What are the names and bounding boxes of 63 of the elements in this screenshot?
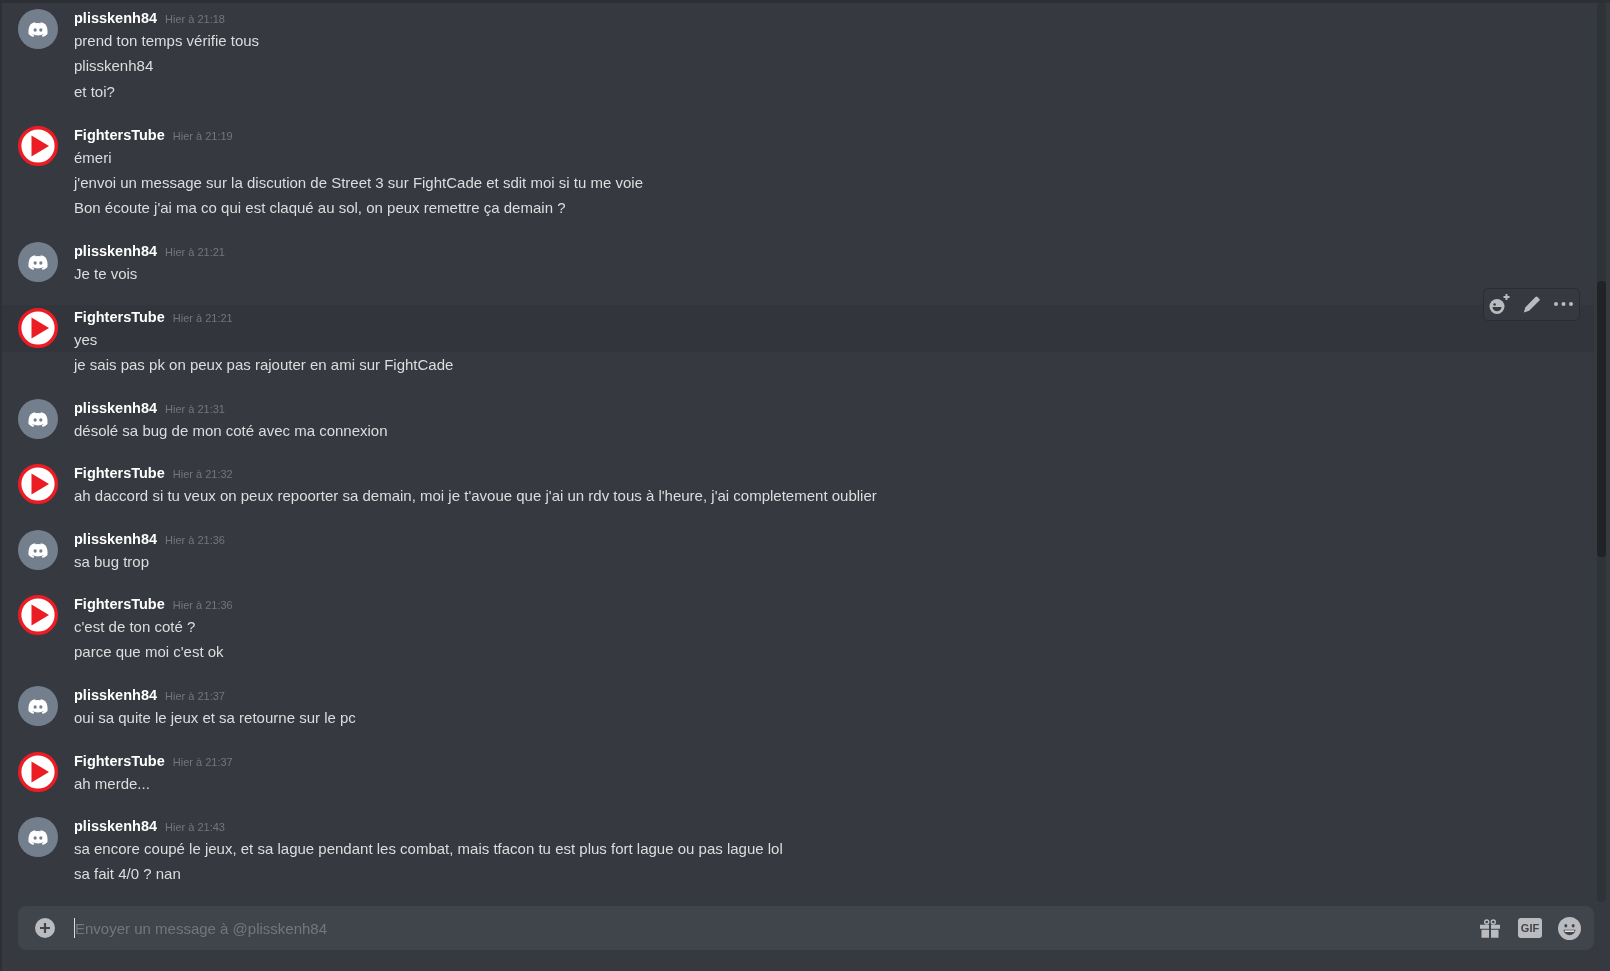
controller-face-avatar-icon (18, 242, 58, 282)
timestamp: Hier à 21:31 (165, 401, 225, 417)
message-text: Je te vois (74, 264, 139, 284)
scrollbar-thumb[interactable] (1597, 281, 1606, 557)
controller-face-avatar-icon (18, 9, 58, 49)
message-text: désolé sa bug de mon coté avec ma connexion (74, 420, 388, 441)
message-text: c'est de ton coté ? (74, 617, 197, 637)
message-text: yes (74, 329, 99, 350)
username[interactable]: plisskenh84 (74, 685, 157, 705)
controller-face-avatar-icon (18, 398, 58, 439)
timestamp: Hier à 21:36 (172, 598, 233, 613)
message-text: sa bug trop (74, 551, 151, 572)
play-symbol-avatar-icon (18, 307, 58, 348)
message-text: sa fait 4/0 ? nan (74, 864, 182, 884)
username[interactable]: plisskenh84 (74, 397, 157, 418)
username[interactable]: FightersTube (74, 124, 165, 145)
message-text: et toi? (74, 81, 116, 102)
timestamp: Hier à 21:21 (165, 245, 225, 260)
timestamp: Hier à 21:19 (172, 128, 233, 144)
username[interactable]: FightersTube (74, 750, 165, 771)
username[interactable]: FightersTube (74, 306, 165, 327)
smiley-plus-icon (1489, 294, 1511, 314)
emoji-button[interactable] (1557, 916, 1581, 940)
message-text: je sais pas pk on peux pas rajouter en ami sur FightCade (74, 354, 455, 375)
play-symbol-avatar-icon (18, 595, 58, 635)
scrollbar-track[interactable] (1597, 3, 1606, 902)
timestamp: Hier à 21:21 (172, 310, 233, 326)
username[interactable]: plisskenh84 (74, 528, 157, 549)
message-text: plisskenh84 (74, 56, 155, 76)
username[interactable]: FightersTube (74, 594, 165, 614)
play-symbol-avatar-icon (18, 464, 58, 504)
timestamp: Hier à 21:37 (165, 689, 225, 704)
message-text: émeri (74, 147, 113, 168)
timestamp: Hier à 21:18 (165, 12, 225, 27)
message-text: ah merde... (74, 773, 151, 794)
timestamp: Hier à 21:43 (165, 820, 225, 835)
message-text: j'envoi un message sur la discution de Street 3 sur FightCade et sdit moi si tu me voie (74, 172, 644, 193)
timestamp: Hier à 21:32 (172, 467, 233, 482)
gift-button[interactable] (1479, 916, 1501, 940)
message-text: parce que moi c'est ok (74, 642, 225, 662)
controller-face-avatar-icon (18, 686, 58, 726)
gif-button[interactable]: GIF (1518, 918, 1542, 938)
timestamp: Hier à 21:37 (172, 754, 233, 770)
message-text: prend ton temps vérifie tous (74, 31, 260, 51)
plus-circle-icon (35, 918, 55, 938)
play-symbol-avatar-icon (18, 125, 58, 166)
smiley-face-icon (1557, 916, 1581, 940)
pencil-icon (1523, 295, 1540, 313)
username[interactable]: plisskenh84 (74, 8, 157, 28)
username[interactable]: FightersTube (74, 463, 165, 483)
controller-face-avatar-icon (18, 529, 58, 570)
message-text: Bon écoute j'ai ma co qui est claqué au sol, on peux remettre ça demain ? (74, 198, 567, 218)
ellipsis-icon (1553, 302, 1573, 306)
timestamp: Hier à 21:36 (165, 532, 225, 548)
play-symbol-avatar-icon (18, 751, 58, 792)
username[interactable]: plisskenh84 (74, 241, 157, 261)
add-attachment-button[interactable] (34, 917, 56, 939)
message-text: ah daccord si tu veux on peux repoorter sa demain, moi je t'avoue que j'ai un rdv tous à l'heure, j'ai completement oublier (74, 486, 877, 506)
message-text: sa encore coupé le jeux, et sa lague pendant les combat, mais tfacon tu est plus fort lague ou pas lague lol (74, 839, 783, 859)
controller-face-avatar-icon (18, 817, 58, 857)
gift-icon (1480, 918, 1500, 938)
message-text: oui sa quite le jeux et sa retourne sur le pc (74, 708, 356, 728)
username[interactable]: plisskenh84 (74, 816, 157, 836)
